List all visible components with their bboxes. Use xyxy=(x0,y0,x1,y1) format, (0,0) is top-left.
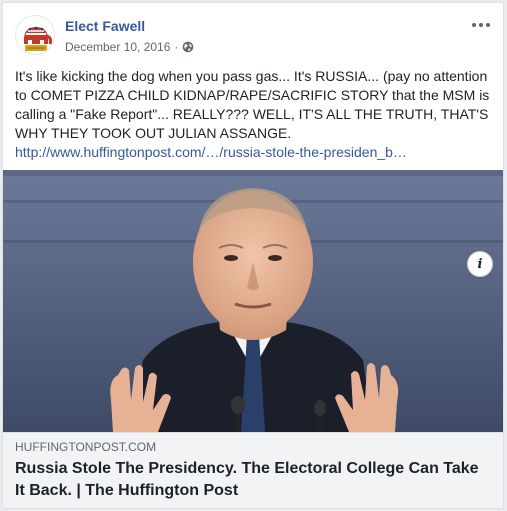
more-dot-icon xyxy=(472,23,476,27)
portrait-photo xyxy=(3,170,503,432)
link-headline[interactable]: Russia Stole The Presidency. The Elector… xyxy=(15,458,491,502)
page-name-link[interactable]: Elect Fawell xyxy=(65,18,145,34)
post-meta: December 10, 2016 · xyxy=(65,40,194,54)
meta-separator: · xyxy=(174,40,179,54)
link-preview-caption[interactable]: HUFFINGTONPOST.COM Russia Stole The Pres… xyxy=(3,432,503,508)
more-dot-icon xyxy=(486,23,490,27)
info-button[interactable]: i xyxy=(467,251,493,277)
post-message: It's like kicking the dog when you pass … xyxy=(15,68,490,141)
post-date[interactable]: December 10, 2016 xyxy=(65,40,170,54)
more-options-button[interactable] xyxy=(471,19,491,31)
more-dot-icon xyxy=(479,23,483,27)
post-header: Elect Fawell December 10, 2016 · xyxy=(15,13,491,61)
link-domain: HUFFINGTONPOST.COM xyxy=(15,440,157,454)
post-body: It's like kicking the dog when you pass … xyxy=(15,67,493,162)
elephant-logo-icon xyxy=(16,16,54,54)
post-card: Elect Fawell December 10, 2016 · It's li… xyxy=(2,2,504,509)
post-url-link[interactable]: http://www.huffingtonpost.com/…/russia-s… xyxy=(15,143,493,162)
page-avatar[interactable] xyxy=(15,15,55,55)
link-preview-image[interactable] xyxy=(3,170,503,432)
globe-icon[interactable] xyxy=(182,41,194,53)
